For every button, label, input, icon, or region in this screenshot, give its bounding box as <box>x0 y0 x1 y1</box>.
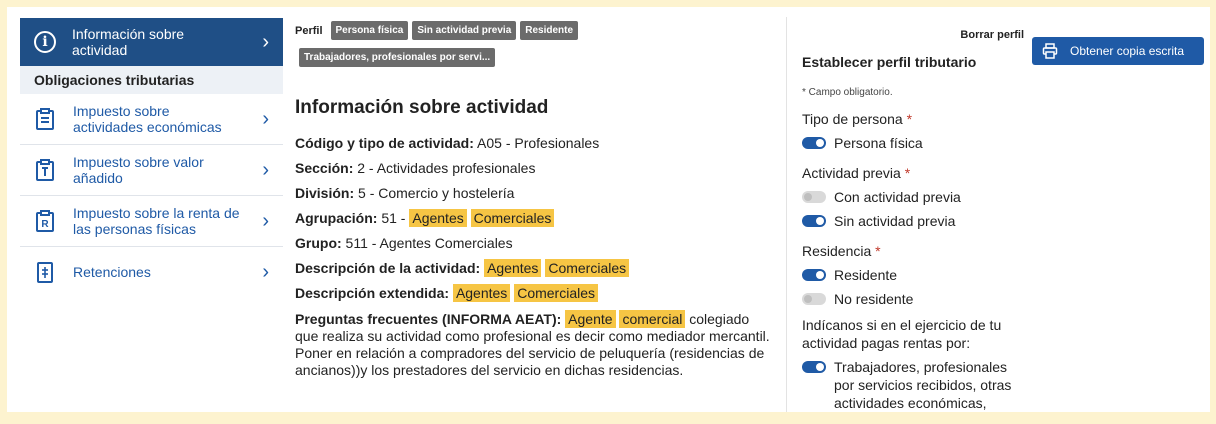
column-divider <box>786 17 787 412</box>
copy-button-label: Obtener copia escrita <box>1070 44 1185 58</box>
tipo-persona-label: Tipo de persona * <box>802 111 913 127</box>
chevron-right-icon: › <box>262 209 269 232</box>
field-label: Código y tipo de actividad: <box>295 135 474 151</box>
codigo-line: Código y tipo de actividad: A05 - Profes… <box>295 131 775 156</box>
panel-title: Establecer perfil tributario <box>802 54 977 70</box>
toggle-switch[interactable] <box>802 137 826 149</box>
profile-badge: Trabajadores, profesionales por servi... <box>299 48 496 67</box>
field-label: Agrupación: <box>295 210 378 226</box>
residencia-label: Residencia * <box>802 243 881 259</box>
division-line: División: 5 - Comercio y hostelería <box>295 181 775 206</box>
highlight: Agentes <box>484 259 542 277</box>
toggle-label: Residente <box>834 267 898 283</box>
field-value: 5 - Comercio y hostelería <box>358 185 515 201</box>
sidebar-item-informacion-actividad[interactable]: i Información sobre actividad › <box>20 18 283 66</box>
euro-document-icon <box>37 262 53 283</box>
borrar-perfil-link[interactable]: Borrar perfil <box>802 29 1024 41</box>
printer-icon <box>1042 43 1058 59</box>
page-frame: i Información sobre actividad › Obligaci… <box>7 7 1210 412</box>
perfil-badges: Perfil Persona física Sin actividad prev… <box>295 21 775 67</box>
grupo-line: Grupo: 511 - Agentes Comerciales <box>295 231 775 256</box>
seccion-line: Sección: 2 - Actividades profesionales <box>295 156 775 181</box>
highlight: Agentes <box>409 209 467 227</box>
rentas-question: Indícanos si en el ejercicio de tu activ… <box>802 317 1002 351</box>
profile-badge: Persona física <box>330 21 409 40</box>
field-label: Grupo: <box>295 235 342 251</box>
sidebar-item-iva[interactable]: Impuesto sobre valor añadido › <box>20 145 283 195</box>
toggle-switch[interactable] <box>802 269 826 281</box>
perfil-label: Perfil <box>295 24 323 37</box>
sidebar-item-label: Información sobre actividad <box>72 26 185 58</box>
toggle-switch[interactable] <box>802 361 826 373</box>
profile-panel: Borrar perfil Establecer perfil tributar… <box>802 29 1027 412</box>
highlight: Comerciales <box>514 284 599 302</box>
copy-button[interactable]: Obtener copia escrita <box>1032 37 1204 65</box>
profile-badge: Residente <box>520 21 579 40</box>
toggle-label: Con actividad previa <box>834 189 961 205</box>
descripcion-extendida-line: Descripción extendida: Agentes Comercial… <box>295 281 775 306</box>
toggle-no-residente[interactable]: No residente <box>802 290 1027 308</box>
chevron-right-icon: › <box>262 260 269 283</box>
sidebar-item-retenciones[interactable]: Retenciones › <box>20 247 283 297</box>
sidebar-item-irpf[interactable]: R Impuesto sobre la renta de las persona… <box>20 196 283 246</box>
required-note: * Campo obligatorio. <box>802 87 893 98</box>
sidebar-item-label: Impuesto sobre valor añadido <box>73 154 204 186</box>
clipboard-icon <box>36 108 54 130</box>
field-value: 511 - Agentes Comerciales <box>345 235 513 251</box>
highlight: Comerciales <box>470 209 555 227</box>
sidebar-item-label: Impuesto sobre actividades económicas <box>73 103 222 135</box>
highlight: Agente <box>565 310 616 328</box>
field-value: A05 - Profesionales <box>477 135 600 151</box>
info-icon: i <box>34 31 56 53</box>
toggle-con-actividad[interactable]: Con actividad previa <box>802 188 1027 206</box>
chevron-right-icon: › <box>262 107 269 130</box>
field-label: División: <box>295 185 355 201</box>
profile-badge: Sin actividad previa <box>412 21 517 40</box>
sidebar-item-label: Retenciones <box>73 264 151 280</box>
svg-text:R: R <box>41 219 49 230</box>
toggle-trabajadores[interactable]: Trabajadores, profesionales por servicio… <box>802 358 1027 412</box>
toggle-switch[interactable] <box>802 191 826 203</box>
highlight: comercial <box>619 310 686 328</box>
page-title: Información sobre actividad <box>295 97 549 118</box>
field-label: Descripción de la actividad: <box>295 260 481 276</box>
toggle-sin-actividad[interactable]: Sin actividad previa <box>802 212 1027 230</box>
chevron-right-icon: › <box>262 158 269 181</box>
highlight: Agentes <box>452 284 511 302</box>
field-value: 51 - <box>381 210 406 226</box>
field-value: 2 - Actividades profesionales <box>357 160 536 176</box>
toggle-label: No residente <box>834 291 914 307</box>
field-label: Sección: <box>295 160 354 176</box>
sidebar-item-iae[interactable]: Impuesto sobre actividades económicas › <box>20 94 283 144</box>
actividad-previa-label: Actividad previa * <box>802 165 911 181</box>
section-title: Obligaciones tributarias <box>20 66 283 94</box>
descripcion-line: Descripción de la actividad: Agentes Com… <box>295 256 775 281</box>
chevron-right-icon: › <box>262 30 269 53</box>
highlight: Comerciales <box>545 259 630 277</box>
toggle-label: Trabajadores, profesionales por servicio… <box>834 359 1012 411</box>
field-label: Descripción extendida: <box>295 285 450 301</box>
sidebar: i Información sobre actividad › Obligaci… <box>20 18 283 297</box>
toggle-label: Sin actividad previa <box>834 213 956 229</box>
field-label: Preguntas frecuentes (INFORMA AEAT): <box>295 311 562 327</box>
main-content: Perfil Persona física Sin actividad prev… <box>295 21 775 379</box>
toggle-switch[interactable] <box>802 293 826 305</box>
toggle-residente[interactable]: Residente <box>802 266 1027 284</box>
r-document-icon: R <box>36 210 54 232</box>
toggle-persona-fisica[interactable]: Persona física <box>802 134 1027 152</box>
toggle-label: Persona física <box>834 135 923 151</box>
sidebar-item-label: Impuesto sobre la renta de las personas … <box>73 205 240 237</box>
faq-paragraph: Preguntas frecuentes (INFORMA AEAT): Age… <box>295 310 775 379</box>
toggle-switch[interactable] <box>802 215 826 227</box>
percent-document-icon <box>36 159 54 181</box>
agrupacion-line: Agrupación: 51 - Agentes Comerciales <box>295 206 775 231</box>
